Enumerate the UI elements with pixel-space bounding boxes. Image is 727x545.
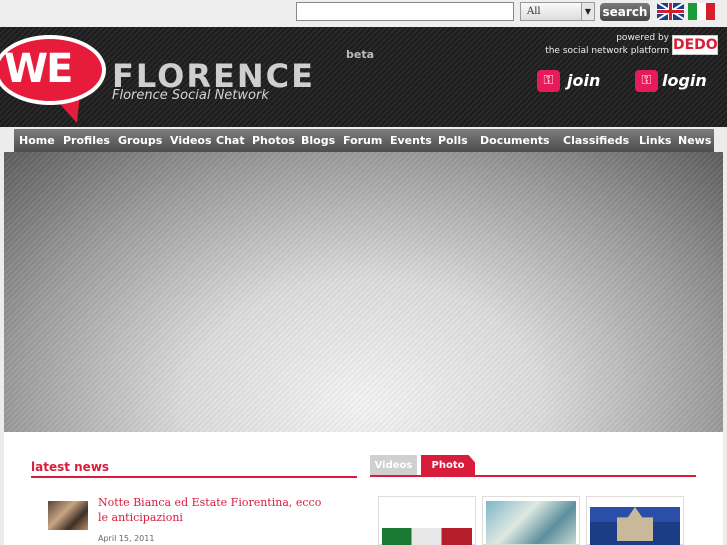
dedo-logo[interactable]: DEDO (672, 35, 718, 55)
search-button[interactable]: search (600, 3, 650, 21)
powered-by-platform: the social network platform (545, 46, 669, 56)
login-label: login (662, 71, 707, 90)
nav-videos[interactable]: Videos (170, 129, 212, 152)
nav-documents[interactable]: Documents (480, 129, 550, 152)
nav-chat[interactable]: Chat (216, 129, 245, 152)
nav-photos[interactable]: Photos (252, 129, 295, 152)
main-content: latest news Notte Bianca ed Estate Fiore… (4, 432, 723, 545)
search-input[interactable] (296, 2, 514, 21)
tab-photo[interactable]: Photo (421, 455, 475, 476)
site-header: WE FLORENCE beta Florence Social Network… (0, 27, 727, 127)
photo-thumbnail[interactable] (378, 496, 476, 545)
photo-thumbnail[interactable] (482, 496, 580, 545)
search-scope-value: All (527, 6, 541, 17)
powered-by-line: powered by (616, 33, 669, 43)
main-nav: Home Profiles Groups Videos Chat Photos … (14, 129, 714, 152)
uk-flag-icon[interactable] (657, 3, 684, 20)
beta-badge: beta (346, 48, 375, 61)
nav-forum[interactable]: Forum (343, 129, 382, 152)
join-label: join (567, 71, 601, 90)
news-thumbnail[interactable] (48, 501, 88, 530)
nav-home[interactable]: Home (19, 129, 55, 152)
photo-thumbnail[interactable] (586, 496, 684, 545)
tab-videos[interactable]: Videos (370, 455, 417, 476)
hero-banner (4, 152, 723, 432)
section-divider (31, 476, 357, 478)
top-bar: All ▼ search (0, 0, 727, 27)
news-date: April 15, 2011 (98, 534, 155, 543)
tagline: Florence Social Network (112, 88, 269, 103)
chevron-down-icon: ▼ (581, 3, 594, 20)
key-icon: ⚿ (537, 70, 560, 92)
latest-news-heading: latest news (31, 460, 110, 474)
powered-by: powered by the social network platform (545, 32, 669, 58)
logo-text: WE (4, 46, 73, 92)
nav-links[interactable]: Links (639, 129, 671, 152)
key-icon: ⚿ (635, 70, 658, 92)
nav-classifieds[interactable]: Classifieds (563, 129, 629, 152)
nav-events[interactable]: Events (390, 129, 432, 152)
search-scope-select[interactable]: All ▼ (520, 2, 595, 21)
nav-groups[interactable]: Groups (118, 129, 162, 152)
italy-flag-icon[interactable] (688, 3, 715, 20)
section-divider (370, 475, 696, 477)
nav-blogs[interactable]: Blogs (301, 129, 335, 152)
nav-profiles[interactable]: Profiles (63, 129, 110, 152)
news-headline-link[interactable]: Notte Bianca ed Estate Fiorentina, ecco … (98, 495, 328, 525)
nav-news[interactable]: News (678, 129, 711, 152)
nav-polls[interactable]: Polls (438, 129, 468, 152)
